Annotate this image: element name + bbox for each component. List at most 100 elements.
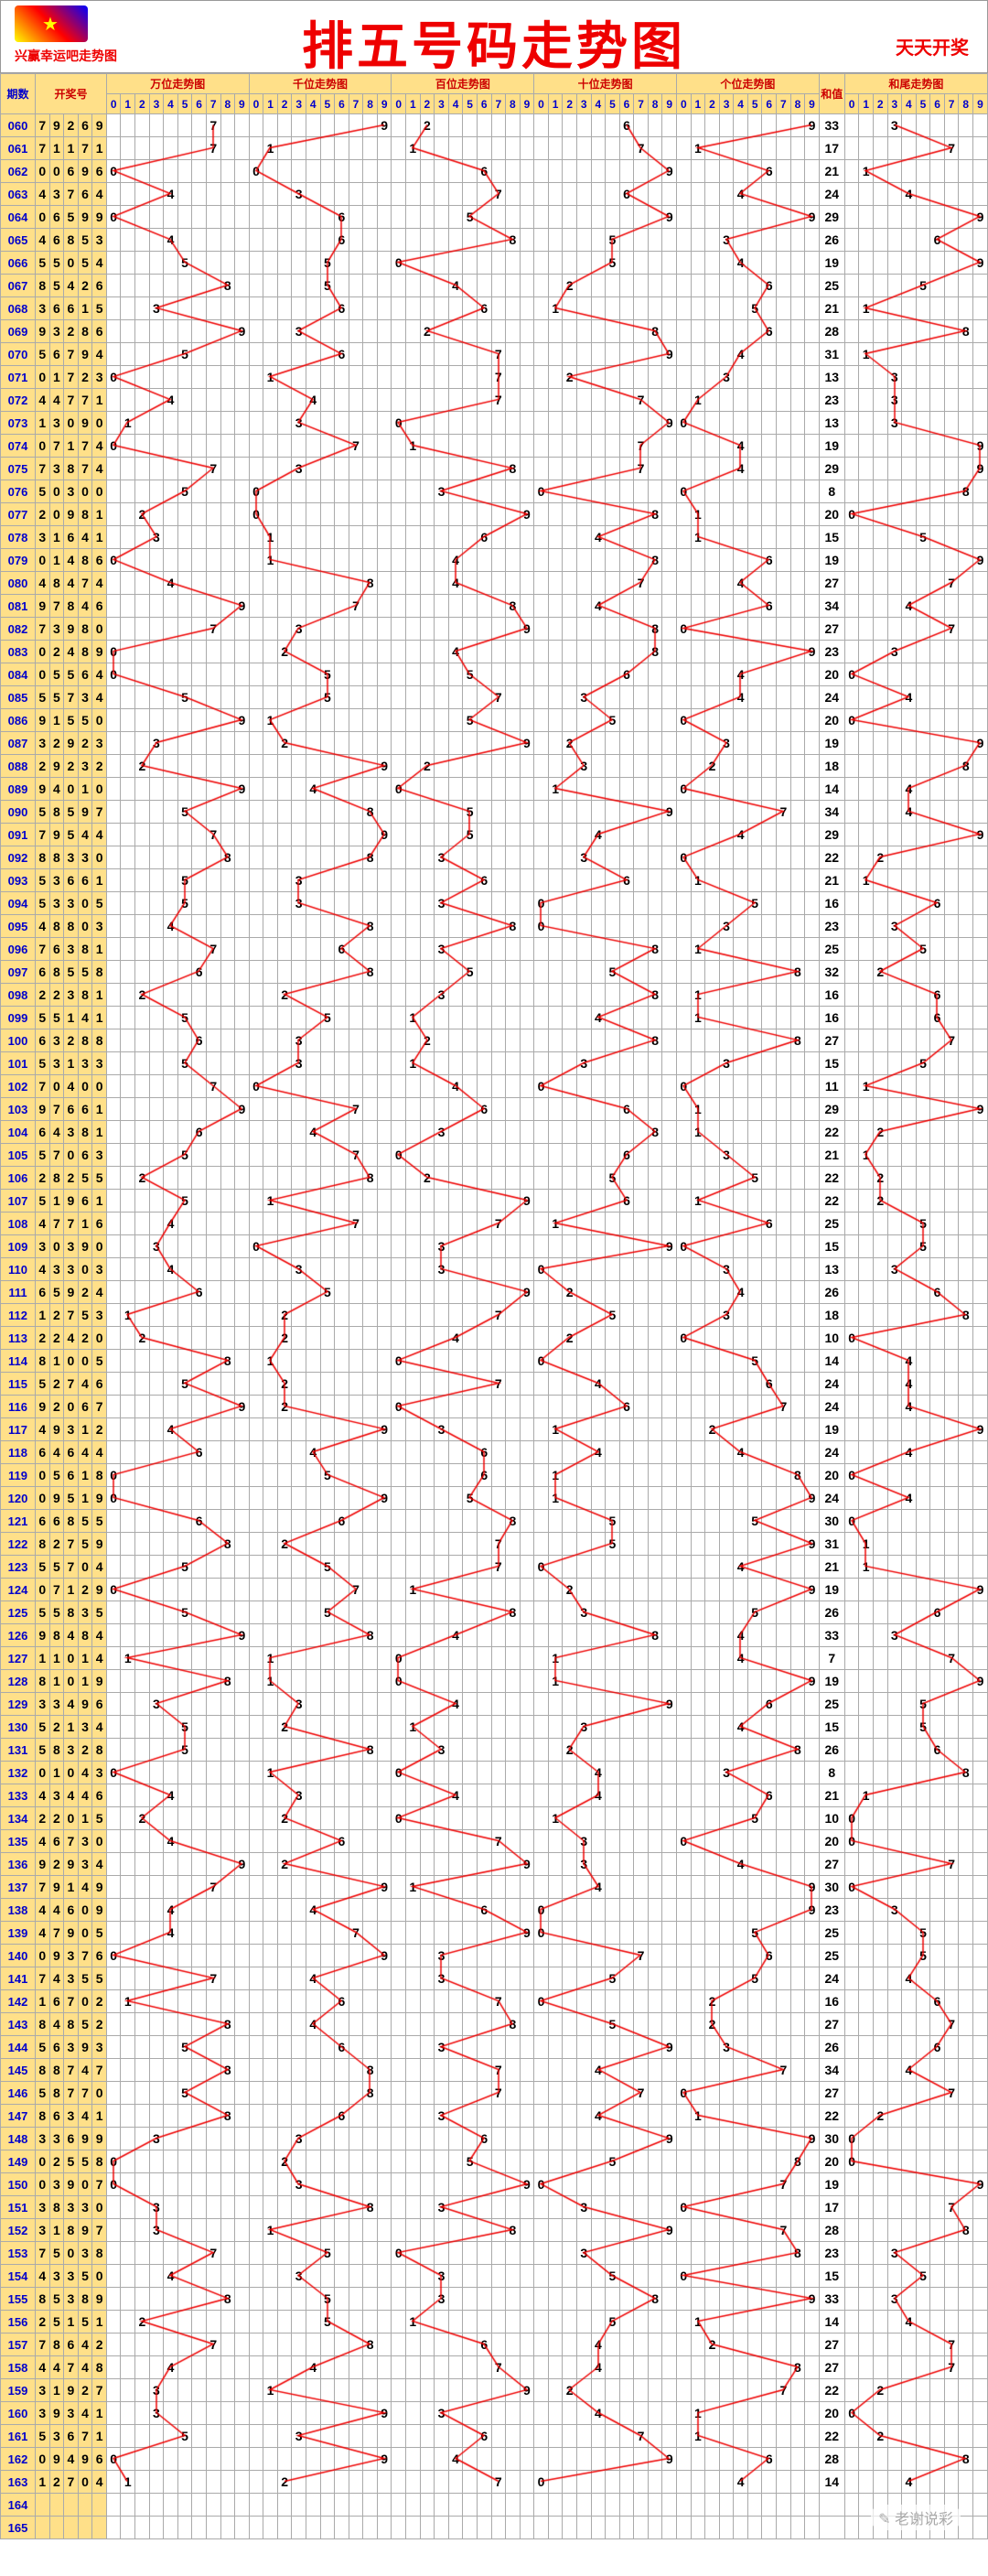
data-row: 0804847448474277 <box>1 572 988 595</box>
empty-row: 164 <box>1 2494 988 2517</box>
data-row: 0724477144771233 <box>1 389 988 412</box>
data-row: 0882923229232188 <box>1 755 988 778</box>
data-row: 0873292332923199 <box>1 732 988 755</box>
data-row: 1465877058770277 <box>1 2082 988 2105</box>
data-row: 0757387473874299 <box>1 458 988 480</box>
data-row: 1121275312753188 <box>1 1304 988 1327</box>
trend-table: 期数开奖号万位走势图千位走势图百位走势图十位走势图个位走势图和值和尾走势图012… <box>0 73 988 2539</box>
data-row: 1132242022420100 <box>1 1327 988 1350</box>
data-row: 0995514155141166 <box>1 1007 988 1029</box>
data-row: 0620069600696211 <box>1 160 988 183</box>
data-row: 1255583555835266 <box>1 1601 988 1624</box>
data-row: 1269848498484333 <box>1 1624 988 1647</box>
data-row: 1015313353133155 <box>1 1052 988 1075</box>
data-row: 0830248902489233 <box>1 641 988 663</box>
data-row: 0917954479544299 <box>1 824 988 846</box>
data-row: 0783164131641155 <box>1 526 988 549</box>
data-row: 0935366153661211 <box>1 869 988 892</box>
data-row: 1593192731927222 <box>1 2379 988 2402</box>
data-row: 1384460944609233 <box>1 1899 988 1922</box>
data-row: 1513833038330177 <box>1 2196 988 2219</box>
data-row: 0899401094010144 <box>1 778 988 801</box>
data-row: 1342201522015100 <box>1 1807 988 1830</box>
data-row: 1216685566855300 <box>1 1510 988 1533</box>
col-issue: 期数 <box>1 74 36 114</box>
data-row: 0790148601486199 <box>1 549 988 572</box>
data-row: 1190561805618200 <box>1 1464 988 1487</box>
data-row: 0982238122381166 <box>1 984 988 1007</box>
data-row: 1500390703907199 <box>1 2173 988 2196</box>
data-row: 1537503875038233 <box>1 2242 988 2265</box>
data-row: 0976855868558322 <box>1 961 988 984</box>
col-pos-4: 个位走势图 <box>677 74 820 94</box>
data-row: 0607926979269333 <box>1 114 988 137</box>
data-row: 1377914979149300 <box>1 1876 988 1899</box>
data-row: 0827398073980277 <box>1 618 988 641</box>
data-row: 1293349633496255 <box>1 1693 988 1716</box>
data-row: 076503005030088 <box>1 480 988 503</box>
data-row: 0772098120981200 <box>1 503 988 526</box>
data-row: 1523189731897288 <box>1 2219 988 2242</box>
col-draw: 开奖号 <box>36 74 107 114</box>
data-row: 1288101981019199 <box>1 1670 988 1693</box>
data-row: 0855573455734244 <box>1 686 988 709</box>
data-row: 1544335043350155 <box>1 2265 988 2288</box>
watermark: ✎ 老谢说彩 <box>871 2505 961 2530</box>
data-row: 0617117171171177 <box>1 137 988 160</box>
data-row: 0954880348803233 <box>1 915 988 938</box>
data-row: 1046438164381222 <box>1 1121 988 1144</box>
data-row: 1235570455704211 <box>1 1556 988 1579</box>
data-row: 1093039030390155 <box>1 1235 988 1258</box>
data-row: 1169206792067244 <box>1 1396 988 1418</box>
data-row: 0731309013090133 <box>1 412 988 435</box>
data-row: 1458874788747344 <box>1 2059 988 2082</box>
data-row: 0945330553305166 <box>1 892 988 915</box>
data-row: 1305213452134155 <box>1 1716 988 1739</box>
data-row: 1417435574355244 <box>1 1967 988 1990</box>
data-row: 0705679456794311 <box>1 343 988 366</box>
data-row: 0710172301723133 <box>1 366 988 389</box>
data-row: 1620949609496288 <box>1 2448 988 2471</box>
data-row: 1027040070400111 <box>1 1075 988 1098</box>
page-title: 排五号码走势图 <box>1 5 987 80</box>
col-pos-3: 十位走势图 <box>534 74 677 94</box>
data-row: 1438485284852277 <box>1 2013 988 2036</box>
data-row: 1116592465924266 <box>1 1281 988 1304</box>
data-row: 0699328693286288 <box>1 320 988 343</box>
data-row: 0967638176381255 <box>1 938 988 961</box>
col-pos-1: 千位走势图 <box>249 74 392 94</box>
data-row: 1490255802558200 <box>1 2150 988 2173</box>
data-row: 1075196151961222 <box>1 1190 988 1213</box>
data-row: 0654685346853266 <box>1 229 988 252</box>
data-row: 1084771647716255 <box>1 1213 988 1235</box>
data-row: 1562515125151144 <box>1 2311 988 2333</box>
data-row: 0819784697846344 <box>1 595 988 618</box>
data-row: 0683661536615211 <box>1 297 988 320</box>
data-row: 0869155091550200 <box>1 709 988 732</box>
header-right: 天天开奖 <box>896 33 969 59</box>
data-row: 1039766197661299 <box>1 1098 988 1121</box>
data-row: 1421670216702166 <box>1 1990 988 2013</box>
data-row: 1400937609376255 <box>1 1945 988 1967</box>
data-row: 1148100581005144 <box>1 1350 988 1373</box>
data-row: 1394790547905255 <box>1 1922 988 1945</box>
data-row: 1631270412704144 <box>1 2471 988 2494</box>
data-row: 0634376443764244 <box>1 183 988 206</box>
data-row: 0678542685426255 <box>1 275 988 297</box>
data-row: 1228275982759311 <box>1 1533 988 1556</box>
data-row: 1577864278642277 <box>1 2333 988 2356</box>
data-row: 1584474844748277 <box>1 2356 988 2379</box>
col-sum: 和值 <box>819 74 844 114</box>
data-row: 0905859758597344 <box>1 801 988 824</box>
data-row: 1478634186341222 <box>1 2105 988 2128</box>
data-row: 0840556405564200 <box>1 663 988 686</box>
data-row: 1558538985389333 <box>1 2288 988 2311</box>
data-row: 1334344643446211 <box>1 1784 988 1807</box>
data-row: 1445639356393266 <box>1 2036 988 2059</box>
data-row: 0665505455054199 <box>1 252 988 275</box>
data-row: 1615367153671222 <box>1 2425 988 2448</box>
data-row: 1369293492934277 <box>1 1853 988 1876</box>
data-row: 1354673046730200 <box>1 1830 988 1853</box>
data-row: 1174931249312199 <box>1 1418 988 1441</box>
data-row: 1006328863288277 <box>1 1029 988 1052</box>
